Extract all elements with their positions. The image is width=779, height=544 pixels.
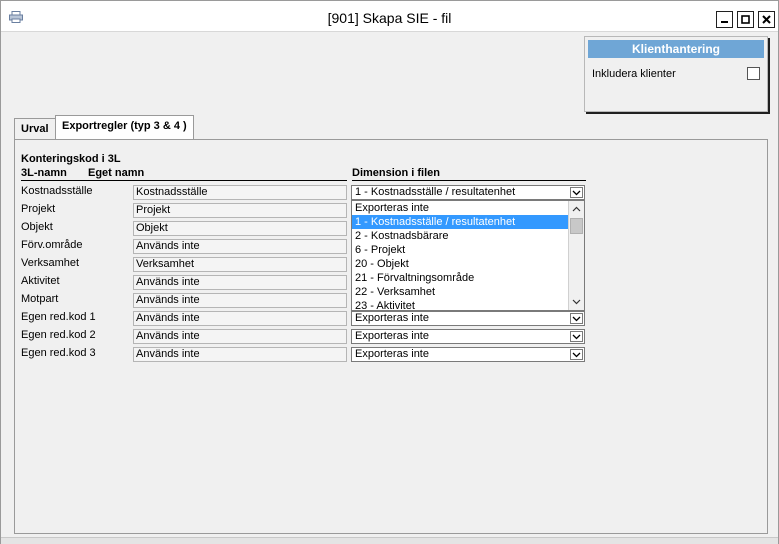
- maximize-icon: [741, 15, 750, 24]
- dimension-select-value: Exporteras inte: [355, 348, 429, 360]
- own-name-field[interactable]: Används inte: [133, 293, 347, 308]
- include-clients-label: Inkludera klienter: [592, 68, 676, 80]
- scrollbar-thumb[interactable]: [570, 218, 583, 234]
- dimension-select[interactable]: 1 - Kostnadsställe / resultatenhet: [351, 185, 585, 200]
- dropdown-arrow-button[interactable]: [570, 313, 583, 324]
- dropdown-arrow-button[interactable]: [570, 331, 583, 342]
- dropdown-option[interactable]: 21 - Förvaltningsområde: [352, 271, 568, 285]
- row-label-egen-red-kod-2: Egen red.kod 2: [21, 329, 96, 341]
- dropdown-arrow-button[interactable]: [570, 349, 583, 360]
- scroll-down-icon[interactable]: [570, 295, 583, 308]
- dropdown-option[interactable]: 2 - Kostnadsbärare: [352, 229, 568, 243]
- column-header-3l-name: 3L-namn: [21, 167, 67, 179]
- header-divider: [21, 180, 347, 181]
- client-panel-header: Klienthantering: [588, 40, 764, 58]
- dropdown-option[interactable]: 23 - Aktivitet: [352, 299, 568, 312]
- chevron-down-icon: [572, 190, 581, 196]
- title-bar: [901] Skapa SIE - fil: [1, 1, 778, 32]
- dropdown-option[interactable]: 20 - Objekt: [352, 257, 568, 271]
- main-window: [901] Skapa SIE - fil Klienthantering In…: [0, 0, 779, 544]
- own-name-field[interactable]: Projekt: [133, 203, 347, 218]
- dropdown-option[interactable]: Exporteras inte: [352, 201, 568, 215]
- dropdown-arrow-button[interactable]: [570, 187, 583, 198]
- dimension-select-value: Exporteras inte: [355, 312, 429, 324]
- dimension-select[interactable]: Exporteras inte: [351, 329, 585, 344]
- dimension-select[interactable]: Exporteras inte: [351, 347, 585, 362]
- chevron-down-icon: [572, 352, 581, 358]
- tab-export-rules[interactable]: Exportregler (typ 3 & 4 ): [55, 115, 194, 140]
- row-label-motpart: Motpart: [21, 293, 59, 305]
- dimension-select-value: Exporteras inte: [355, 330, 429, 342]
- own-name-field[interactable]: Kostnadsställe: [133, 185, 347, 200]
- minimize-icon: [721, 21, 728, 23]
- chevron-down-icon: [572, 334, 581, 340]
- dimension-select-value: 1 - Kostnadsställe / resultatenhet: [355, 186, 516, 198]
- own-name-field[interactable]: Objekt: [133, 221, 347, 236]
- row-label-aktivitet: Aktivitet: [21, 275, 60, 287]
- window-title: [901] Skapa SIE - fil: [327, 10, 452, 26]
- minimize-button[interactable]: [716, 11, 733, 28]
- dropdown-option[interactable]: 22 - Verksamhet: [352, 285, 568, 299]
- column-header-dimension: Dimension i filen: [352, 167, 441, 179]
- section-title: Konteringskod i 3L: [21, 153, 121, 165]
- own-name-field[interactable]: Används inte: [133, 275, 347, 290]
- dimension-select[interactable]: Exporteras inte: [351, 311, 585, 326]
- include-clients-checkbox[interactable]: [747, 67, 760, 80]
- client-handling-panel: Klienthantering Inkludera klienter: [584, 36, 768, 112]
- status-bar: [1, 537, 778, 544]
- row-label-verksamhet: Verksamhet: [21, 257, 80, 269]
- own-name-field[interactable]: Används inte: [133, 239, 347, 254]
- row-label-egen-red-kod-3: Egen red.kod 3: [21, 347, 96, 359]
- tab-urval[interactable]: Urval: [14, 118, 56, 139]
- own-name-field[interactable]: Verksamhet: [133, 257, 347, 272]
- dimension-dropdown-list[interactable]: Exporteras inte 1 - Kostnadsställe / res…: [351, 200, 585, 312]
- close-button[interactable]: [758, 11, 775, 28]
- dropdown-scrollbar[interactable]: [568, 201, 584, 310]
- row-label-kostnadsstalle: Kostnadsställe: [21, 185, 93, 197]
- row-label-objekt: Objekt: [21, 221, 53, 233]
- own-name-field[interactable]: Används inte: [133, 329, 347, 344]
- close-icon: [762, 15, 771, 24]
- row-label-egen-red-kod-1: Egen red.kod 1: [21, 311, 96, 323]
- row-label-forv-omrade: Förv.område: [21, 239, 83, 251]
- chevron-down-icon: [572, 316, 581, 322]
- column-header-own-name: Eget namn: [88, 167, 145, 179]
- dropdown-option-selected[interactable]: 1 - Kostnadsställe / resultatenhet: [352, 215, 568, 229]
- dropdown-option[interactable]: 6 - Projekt: [352, 243, 568, 257]
- scroll-up-icon[interactable]: [570, 203, 583, 216]
- row-label-projekt: Projekt: [21, 203, 56, 215]
- own-name-field[interactable]: Används inte: [133, 347, 347, 362]
- header-divider: [352, 180, 586, 181]
- maximize-button[interactable]: [737, 11, 754, 28]
- own-name-field[interactable]: Används inte: [133, 311, 347, 326]
